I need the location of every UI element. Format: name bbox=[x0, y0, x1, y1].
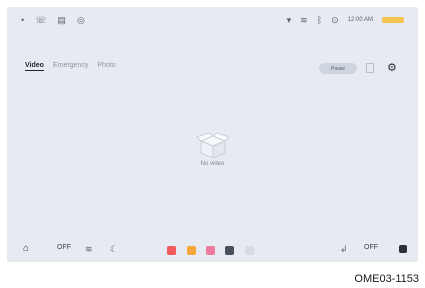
app-light-icon[interactable] bbox=[245, 246, 254, 255]
empty-box-icon bbox=[195, 127, 231, 163]
pause-button[interactable]: Pause bbox=[319, 63, 357, 74]
location-icon: ⊙ bbox=[331, 15, 339, 25]
app-pink-icon[interactable] bbox=[206, 246, 215, 255]
signal-icon: • bbox=[21, 15, 25, 25]
document-icon[interactable] bbox=[366, 63, 374, 73]
tab-photo[interactable]: Photo bbox=[97, 62, 115, 71]
bottom-bar: ⌂ OFF ≋ ☾ ↲ OFF bbox=[7, 239, 418, 262]
tab-bar: Video Emergency Photo bbox=[25, 62, 116, 71]
home-icon[interactable]: ⌂ bbox=[23, 244, 29, 254]
wifi-icon: ≋ bbox=[300, 15, 308, 25]
seat-heat-icon[interactable]: ≋ bbox=[85, 244, 93, 254]
empty-state: No video bbox=[7, 127, 418, 167]
tab-video[interactable]: Video bbox=[25, 62, 44, 71]
bluetooth-icon: ᛒ bbox=[316, 15, 323, 25]
gear-icon[interactable]: ⚙ bbox=[387, 62, 397, 74]
app-red-icon[interactable] bbox=[167, 246, 176, 255]
menu-icon[interactable] bbox=[399, 245, 407, 253]
phone-call-icon[interactable]: ☾ bbox=[110, 244, 118, 254]
settings-small-icon: ◎ bbox=[76, 15, 85, 25]
fan-icon[interactable]: ↲ bbox=[340, 244, 348, 254]
left-climate-off[interactable]: OFF bbox=[57, 244, 71, 251]
media-icon: ▤ bbox=[57, 15, 66, 25]
empty-message: No video bbox=[200, 161, 225, 167]
status-bar: • ☏ ▤ ◎ ▾ ≋ ᛒ ⊙ 12:00 AM bbox=[7, 7, 418, 33]
mic-icon: ▾ bbox=[286, 15, 292, 25]
figure-caption: OME03-1153 bbox=[354, 273, 419, 285]
phone-icon: ☏ bbox=[35, 15, 47, 25]
tab-emergency[interactable]: Emergency bbox=[53, 62, 88, 71]
infotainment-screen: • ☏ ▤ ◎ ▾ ≋ ᛒ ⊙ 12:00 AM Video Emergency… bbox=[7, 7, 418, 262]
status-bar-right: ▾ ≋ ᛒ ⊙ 12:00 AM bbox=[287, 15, 404, 25]
brand-badge bbox=[382, 17, 404, 23]
app-orange-icon[interactable] bbox=[187, 246, 196, 255]
status-bar-left: • ☏ ▤ ◎ bbox=[21, 15, 85, 25]
app-dark-icon[interactable] bbox=[225, 246, 234, 255]
right-climate-off[interactable]: OFF bbox=[364, 244, 378, 251]
clock: 12:00 AM bbox=[347, 17, 373, 23]
